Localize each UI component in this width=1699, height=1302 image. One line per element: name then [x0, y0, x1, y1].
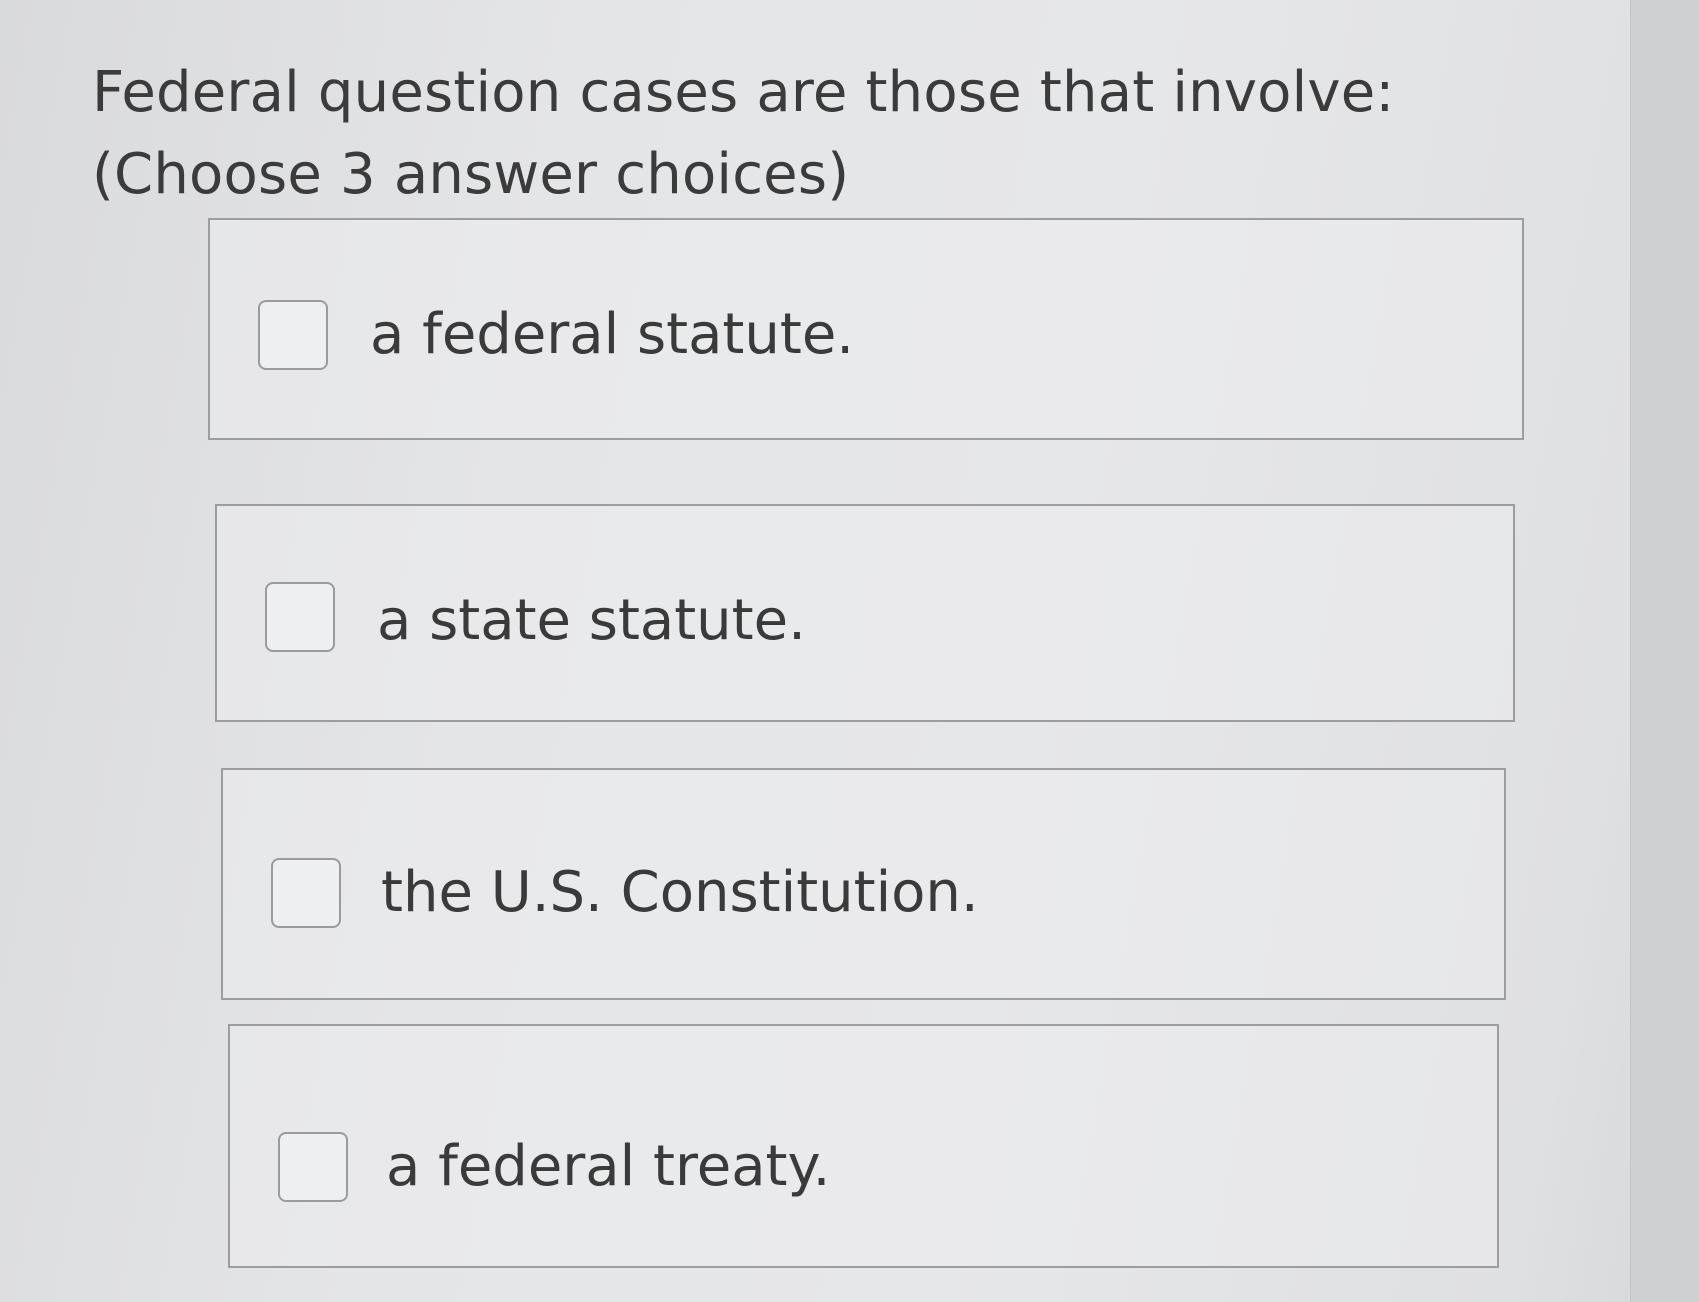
answer-choice-label: a federal statute. [370, 302, 855, 367]
empty-checkbox-icon[interactable] [265, 582, 335, 652]
answer-choice-label: a state statute. [377, 588, 806, 653]
answer-choice-label: a federal treaty. [386, 1134, 831, 1199]
answer-choice-us-constitution[interactable]: the U.S. Constitution. [221, 768, 1506, 1000]
answer-choice-federal-statute[interactable]: a federal statute. [208, 218, 1524, 440]
empty-checkbox-icon[interactable] [271, 858, 341, 928]
empty-checkbox-icon[interactable] [278, 1132, 348, 1202]
empty-checkbox-icon[interactable] [258, 300, 328, 370]
answer-choice-label: the U.S. Constitution. [381, 860, 979, 925]
answer-choices: a federal statute. a state statute. the … [0, 0, 1699, 1302]
answer-choice-state-statute[interactable]: a state statute. [215, 504, 1515, 722]
answer-choice-federal-treaty[interactable]: a federal treaty. [228, 1024, 1499, 1268]
